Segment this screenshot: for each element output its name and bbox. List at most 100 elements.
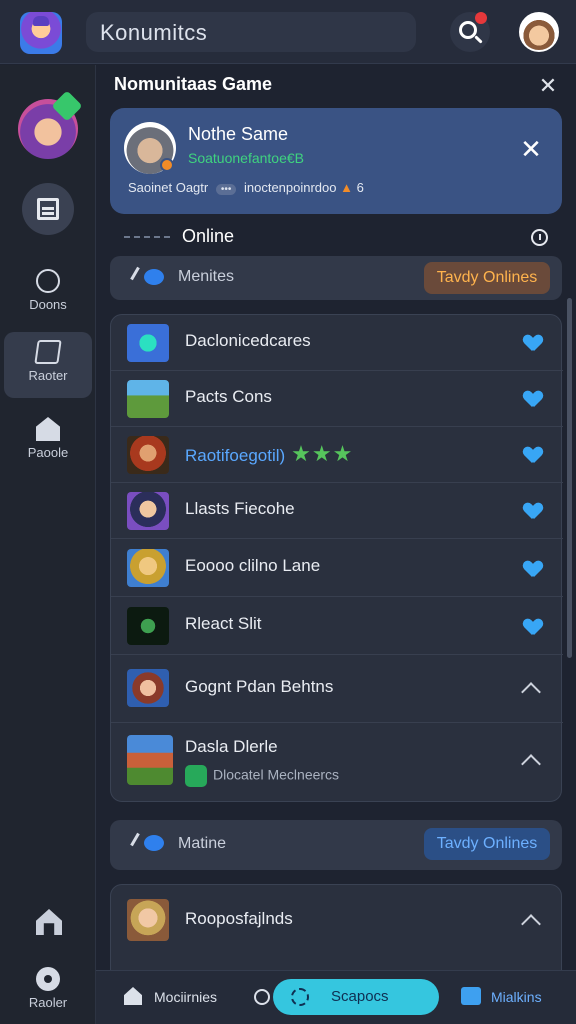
online-title: Online (182, 226, 235, 246)
list-item[interactable]: Eoooo clilno Lane (111, 539, 563, 597)
heart-icon[interactable] (524, 391, 542, 407)
game-thumbnail (127, 669, 169, 707)
game-name: Llasts Fiecohe (185, 499, 295, 518)
bottom-nav: Mociirnies Scapocs Mialkins (96, 970, 576, 1024)
game-name-text: Raotifoegotil) (185, 446, 286, 465)
left-rail: Doons Raoter Paoole Raoler (0, 65, 96, 1024)
profile-name: Nothe Same (188, 124, 289, 144)
profile-card[interactable]: Nothe Same Soatuonefantoe€B Saoinet Oagt… (110, 108, 562, 214)
rail-item-label: Doons (29, 297, 67, 312)
nav-home-label: Mociirnies (154, 989, 218, 1005)
flame-icon: ▲ (340, 180, 354, 195)
rail-item-doons[interactable]: Doons (4, 261, 92, 327)
pin-icon (36, 269, 60, 293)
game-thumbnail (127, 899, 169, 941)
list-item[interactable]: Dasla Dlerle Dlocatel Meclneercs (111, 723, 563, 803)
list-item[interactable]: Daclonicedcares (111, 315, 563, 371)
nav-spaces-label: Scapocs (331, 988, 389, 1005)
today-onlines-button[interactable]: Tavdy Onlines (424, 262, 550, 294)
search-icon[interactable] (450, 12, 490, 52)
scrollbar[interactable] (567, 298, 572, 658)
heart-icon[interactable] (524, 335, 542, 351)
search-box[interactable]: Konumitcs (86, 12, 416, 52)
hero-avatar[interactable] (18, 90, 83, 159)
chevron-up-icon[interactable] (521, 754, 541, 774)
meta-pill: ••• (215, 184, 237, 195)
profile-meta: Saoinet Oagtr ••• inoctenpoinrdoo ▲ 6 (128, 180, 364, 195)
panel-title: Nomunitaas Game (114, 74, 273, 94)
panel-close-button[interactable]: ✕ (536, 74, 560, 98)
clock-icon[interactable] (531, 229, 548, 246)
game-thumbnail (127, 492, 169, 530)
rail-item-paoole[interactable]: Paoole (4, 409, 92, 475)
profile-subtitle: Soatuonefantoe€B (188, 150, 304, 166)
app-logo[interactable] (20, 12, 62, 54)
nav-messages[interactable]: Mialkins (461, 985, 571, 1011)
rail-item-raoler[interactable]: Raoler (4, 961, 92, 1021)
messages-icon (461, 987, 481, 1005)
heart-icon[interactable] (524, 503, 542, 519)
nav-spaces-button[interactable]: Scapocs (273, 979, 439, 1015)
filter-bar: Menites Tavdy Onlines (110, 256, 562, 300)
filter-label: Menites (178, 268, 235, 285)
game-name: Rleact Slit (185, 614, 262, 633)
clock-icon (254, 989, 270, 1005)
filter-label: Matine (178, 835, 227, 852)
filter-icon (128, 266, 168, 288)
home-icon (36, 417, 60, 441)
list-item[interactable]: Raotifoegotil) ★★★ (111, 427, 563, 483)
rail-item-raoter[interactable]: Raoter (4, 332, 92, 398)
user-avatar[interactable] (519, 12, 559, 52)
top-bar: Konumitcs (0, 0, 576, 64)
notification-dot (475, 12, 487, 24)
status-indicator (160, 158, 174, 172)
game-thumbnail (127, 380, 169, 418)
chevron-up-icon[interactable] (521, 914, 541, 934)
game-badge-icon (185, 765, 207, 787)
game-thumbnail (127, 607, 169, 645)
game-name: Eoooo clilno Lane (185, 556, 321, 575)
list-item[interactable]: Gognt Pdan Behtns (111, 655, 563, 723)
meta-count: 6 (356, 180, 364, 195)
game-thumbnail (127, 436, 169, 474)
rating-stars: ★★★ (291, 441, 354, 466)
record-icon (36, 967, 60, 991)
meta-left: Saoinet Oagtr (128, 180, 209, 195)
profile-avatar (124, 122, 176, 174)
rail-item-label: Raoter (28, 368, 68, 383)
rail-item-label: Raoler (28, 995, 68, 1010)
online-section-header: Online (110, 222, 562, 252)
game-subtitle: Dlocatel Meclneercs (185, 765, 339, 787)
list-item[interactable]: Rleact Slit (111, 597, 563, 655)
house-icon[interactable] (36, 909, 62, 935)
home-icon (124, 987, 142, 1005)
filter-icon (128, 832, 168, 854)
nav-messages-label: Mialkins (491, 989, 542, 1005)
game-thumbnail (127, 735, 173, 785)
today-onlines-button[interactable]: Tavdy Onlines (424, 828, 550, 860)
nav-home[interactable]: Mociirnies (118, 985, 270, 1011)
heart-icon[interactable] (524, 447, 542, 463)
profile-close-button[interactable]: ✕ (518, 136, 544, 162)
spaces-icon (291, 988, 309, 1006)
list-item[interactable]: Pacts Cons (111, 371, 563, 427)
chevron-up-icon[interactable] (521, 682, 541, 702)
gem-icon (51, 90, 83, 122)
edit-icon (34, 340, 62, 364)
list-item[interactable]: Llasts Fiecohe (111, 483, 563, 539)
game-name: Daclonicedcares (185, 331, 311, 350)
divider (124, 236, 170, 238)
search-handle (474, 35, 483, 44)
document-button[interactable] (22, 183, 74, 235)
filter-bar: Matine Tavdy Onlines (110, 820, 562, 870)
game-name: Raotifoegotil) ★★★ (185, 441, 353, 467)
heart-icon[interactable] (524, 619, 542, 635)
game-name: Pacts Cons (185, 387, 272, 406)
meta-right: inoctenpoinrdoo (243, 180, 337, 195)
game-thumbnail (127, 549, 169, 587)
game-name: Dasla Dlerle (185, 737, 278, 756)
games-list: Daclonicedcares Pacts Cons Raotifoegotil… (110, 314, 563, 803)
game-name: Gognt Pdan Behtns (185, 677, 334, 696)
heart-icon[interactable] (524, 561, 542, 577)
game-name: Rooposfajlnds (185, 909, 293, 928)
